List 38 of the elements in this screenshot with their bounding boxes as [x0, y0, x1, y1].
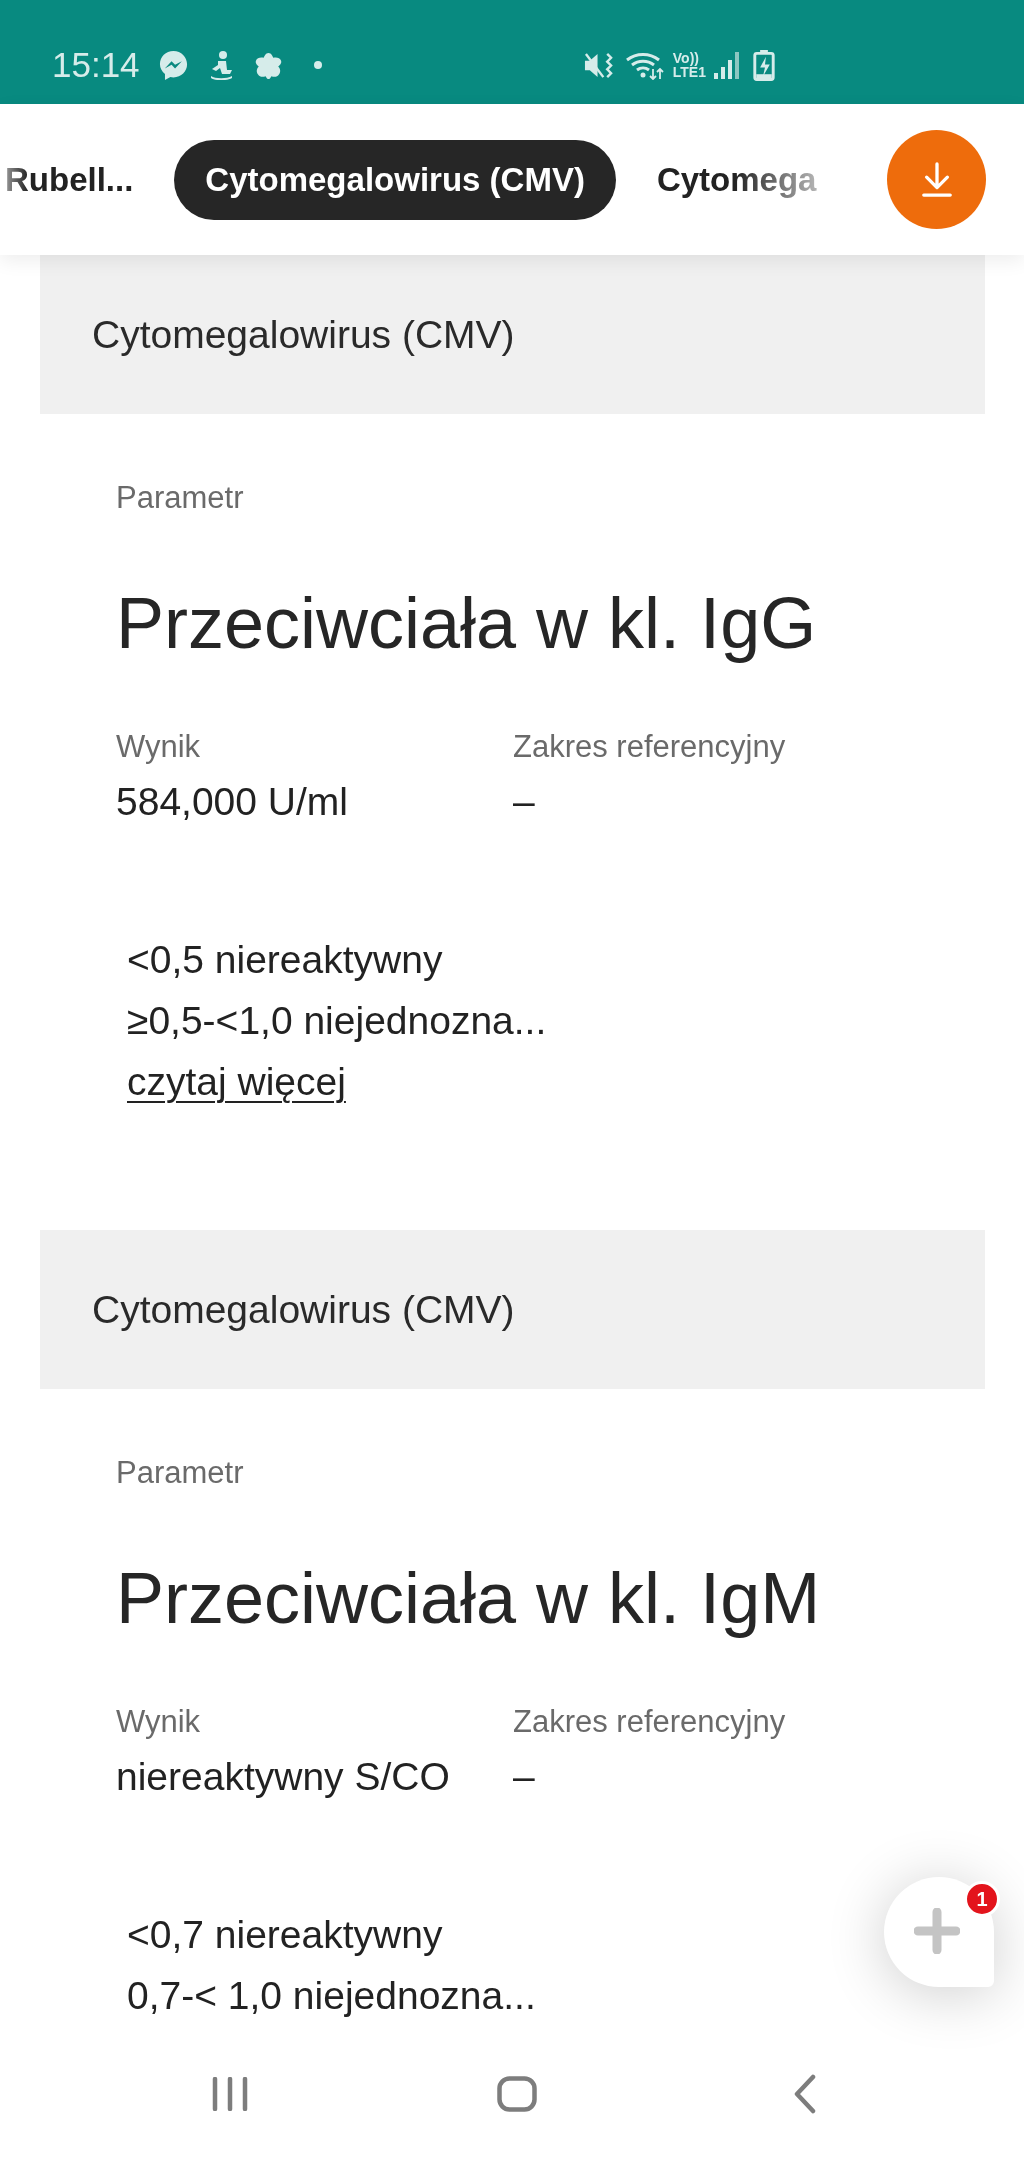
parameter-label: Parametr	[116, 479, 244, 517]
battery-charging-icon	[753, 49, 775, 81]
messenger-icon	[157, 49, 189, 81]
volte-text: Vo))	[672, 51, 699, 65]
reference-note: <0,5 niereaktywny	[127, 937, 443, 983]
back-icon[interactable]	[793, 2073, 817, 2114]
signal-icon	[714, 51, 740, 79]
parameter-label: Parametr	[116, 1454, 244, 1492]
status-time: 15:14	[52, 45, 140, 85]
reference-range-value: –	[513, 1754, 535, 1800]
flower-icon	[253, 50, 283, 80]
section-header: Cytomegalowirus (CMV)	[40, 1230, 985, 1389]
reference-range-label: Zakres referencyjny	[513, 728, 786, 766]
result-value: niereaktywny S/CO	[116, 1754, 450, 1800]
recent-apps-icon[interactable]	[212, 2076, 248, 2111]
dot-icon	[313, 61, 322, 69]
result-label: Wynik	[116, 728, 201, 766]
mute-vibrate-icon	[582, 50, 614, 80]
tab[interactable]: Cytomega	[625, 139, 848, 220]
home-icon[interactable]	[497, 2075, 537, 2112]
wifi-icon	[624, 50, 665, 80]
reference-note: <0,7 niereaktywny	[127, 1912, 443, 1958]
read-more-link[interactable]: czytaj więcej	[127, 1051, 346, 1112]
section-header: Cytomegalowirus (CMV)	[40, 255, 985, 414]
reference-note: 0,7-< 1,0 niejednozna...	[127, 1973, 536, 2019]
reference-range-value: –	[513, 779, 535, 825]
reference-note: ≥0,5-<1,0 niejednozna...	[127, 998, 547, 1044]
result-value: 584,000 U/ml	[116, 779, 348, 825]
reference-range-label: Zakres referencyjny	[513, 1703, 786, 1741]
parameter-name: Przeciwciała w kl. IgG	[116, 582, 817, 665]
download-icon	[919, 161, 954, 198]
tab[interactable]: Cytomegalowirus (CMV)	[174, 139, 616, 220]
result-label: Wynik	[116, 1703, 201, 1741]
parameter-name: Przeciwciała w kl. IgM	[116, 1557, 821, 1640]
plus-icon	[914, 1908, 960, 1954]
tab[interactable]: Rubell...	[0, 139, 165, 220]
notification-badge: 1	[964, 1881, 1000, 1917]
lte-text: LTE1	[672, 65, 706, 79]
